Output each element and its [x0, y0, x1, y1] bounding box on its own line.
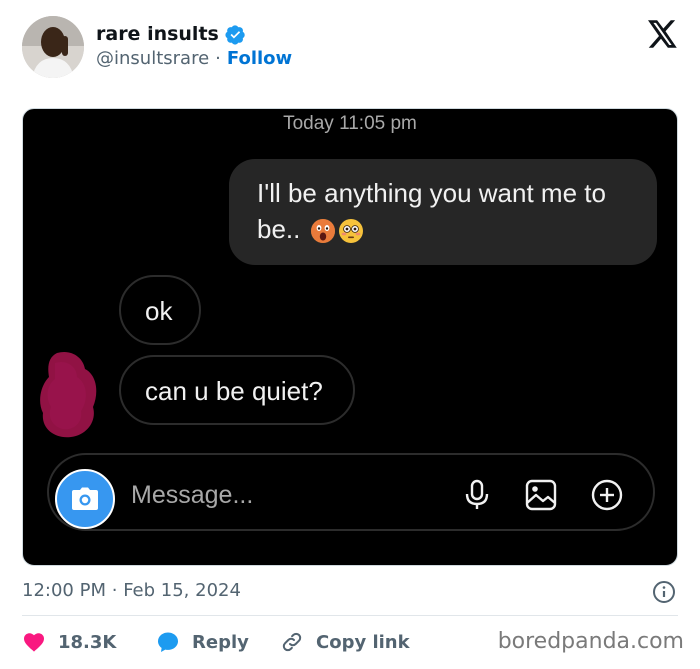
plus-circle-icon[interactable]	[589, 477, 625, 513]
link-icon	[282, 632, 302, 652]
reply-label: Reply	[192, 631, 249, 653]
image-icon[interactable]	[523, 477, 559, 513]
post-time: 12:00 PM	[22, 580, 106, 601]
author-handle[interactable]: @insultsrare	[96, 48, 209, 70]
camera-button[interactable]	[55, 469, 115, 529]
camera-icon	[72, 487, 98, 510]
avatar-image	[22, 16, 84, 78]
avatar[interactable]	[22, 16, 84, 78]
emoji-group	[308, 218, 364, 244]
copy-link-button[interactable]: Copy link	[280, 628, 410, 656]
reply-bubble-icon	[158, 632, 178, 652]
incoming-message-bubble: can u be quiet?	[119, 355, 355, 425]
microphone-icon[interactable]	[459, 477, 495, 513]
chat-timestamp: Today 11:05 pm	[283, 113, 417, 134]
outgoing-message-bubble: I'll be anything you want me to be..	[229, 159, 657, 265]
incoming-message-bubble: ok	[119, 275, 201, 345]
copy-link-label: Copy link	[316, 631, 410, 653]
author-handle-row: @insultsrare · Follow	[96, 48, 292, 70]
post-timestamp[interactable]: 12:00 PM · Feb 15, 2024	[22, 578, 241, 604]
post-date: Feb 15, 2024	[123, 580, 241, 601]
verified-badge-icon	[225, 24, 245, 45]
separator-dot: ·	[111, 580, 118, 601]
author-name[interactable]: rare insults	[96, 22, 219, 46]
like-button[interactable]: 18.3K	[22, 628, 116, 656]
heart-icon	[24, 633, 44, 652]
message-input-placeholder[interactable]: Message...	[131, 477, 253, 513]
divider	[22, 615, 678, 616]
like-count: 18.3K	[58, 631, 117, 653]
flushed-face-emoji-icon	[338, 219, 363, 244]
reply-button[interactable]: Reply	[156, 628, 249, 656]
incoming-message-text: can u be quiet?	[145, 376, 323, 406]
info-icon[interactable]	[652, 580, 676, 604]
incoming-message-text: ok	[145, 296, 173, 326]
x-logo-icon[interactable]	[648, 20, 678, 48]
watermark: boredpanda.com	[497, 629, 684, 654]
censored-avatar-scribble	[40, 351, 97, 438]
separator-dot: ·	[215, 48, 221, 69]
face-screaming-emoji-icon	[310, 219, 335, 244]
follow-button[interactable]: Follow	[227, 48, 292, 70]
media-image[interactable]: Today 11:05 pm I'll be anything you want…	[22, 108, 678, 566]
author-name-row[interactable]: rare insults	[96, 22, 246, 46]
